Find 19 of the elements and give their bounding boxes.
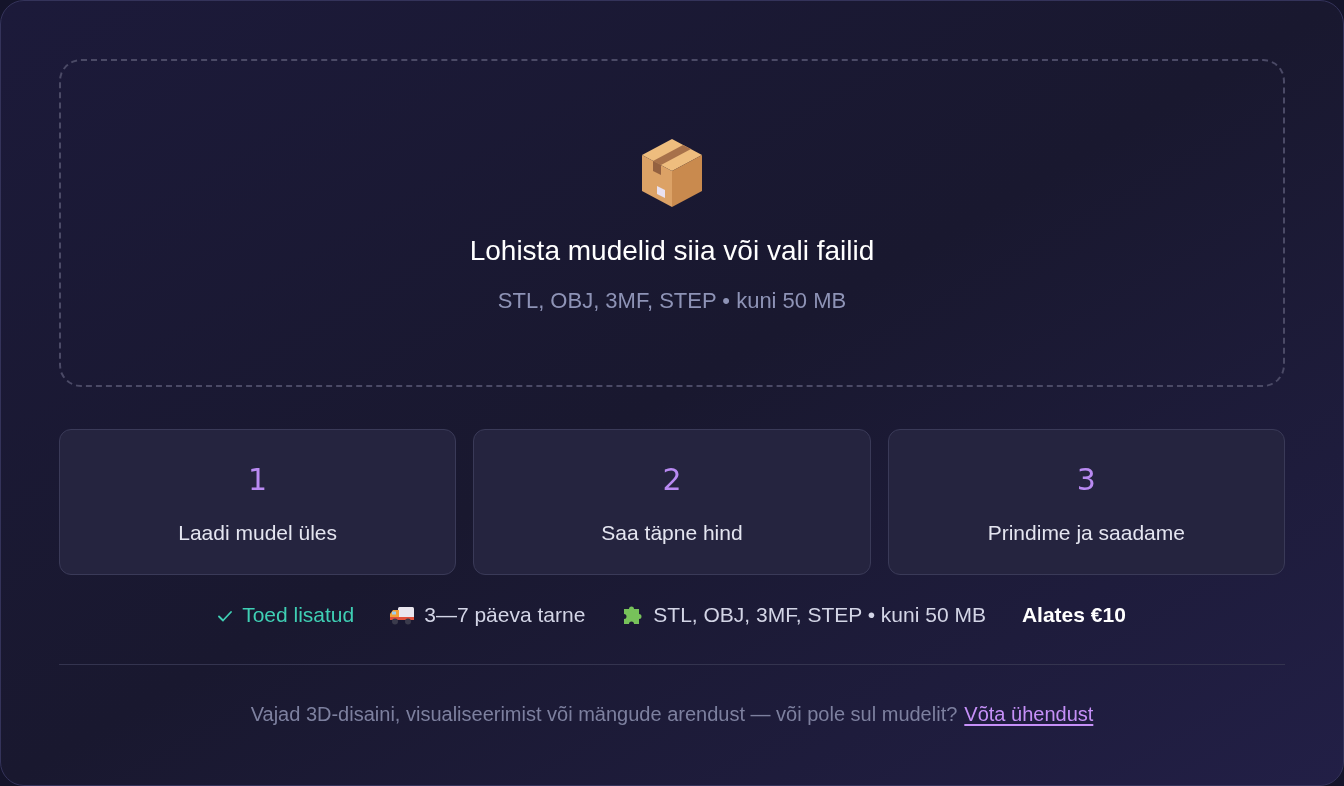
puzzle-icon xyxy=(621,604,644,626)
step-number: 1 xyxy=(248,461,268,499)
check-icon xyxy=(218,611,233,622)
feature-text: STL, OBJ, 3MF, STEP • kuni 50 MB xyxy=(653,602,986,628)
footer-text: Vajad 3D-disaini, visualiseerimist või mängude arendust — või pole sul mudelit? Võta ühendust xyxy=(250,702,1094,727)
dropzone-title: Lohista mudelid siia või vali failid xyxy=(469,233,875,268)
price-text: Alates €10 xyxy=(1021,602,1126,628)
feature-text: Toed lisatud xyxy=(242,602,355,628)
dropzone-subtitle: STL, OBJ, 3MF, STEP • kuni 50 MB xyxy=(497,286,847,315)
contact-link[interactable]: Võta ühendust xyxy=(964,703,1094,725)
feature-text: 3—7 päeva tarne xyxy=(424,602,586,628)
package-icon xyxy=(640,136,704,209)
truck-icon xyxy=(390,605,415,625)
step-number: 3 xyxy=(1076,461,1096,499)
step-label: Saa täpne hind xyxy=(601,520,743,546)
step-number: 2 xyxy=(662,461,682,499)
step-label: Laadi mudel üles xyxy=(178,520,338,546)
step-label: Prindime ja saadame xyxy=(987,520,1185,546)
file-dropzone[interactable]: Lohista mudelid siia või vali failid STL, OBJ, 3MF, STEP • kuni 50 MB xyxy=(59,59,1285,387)
